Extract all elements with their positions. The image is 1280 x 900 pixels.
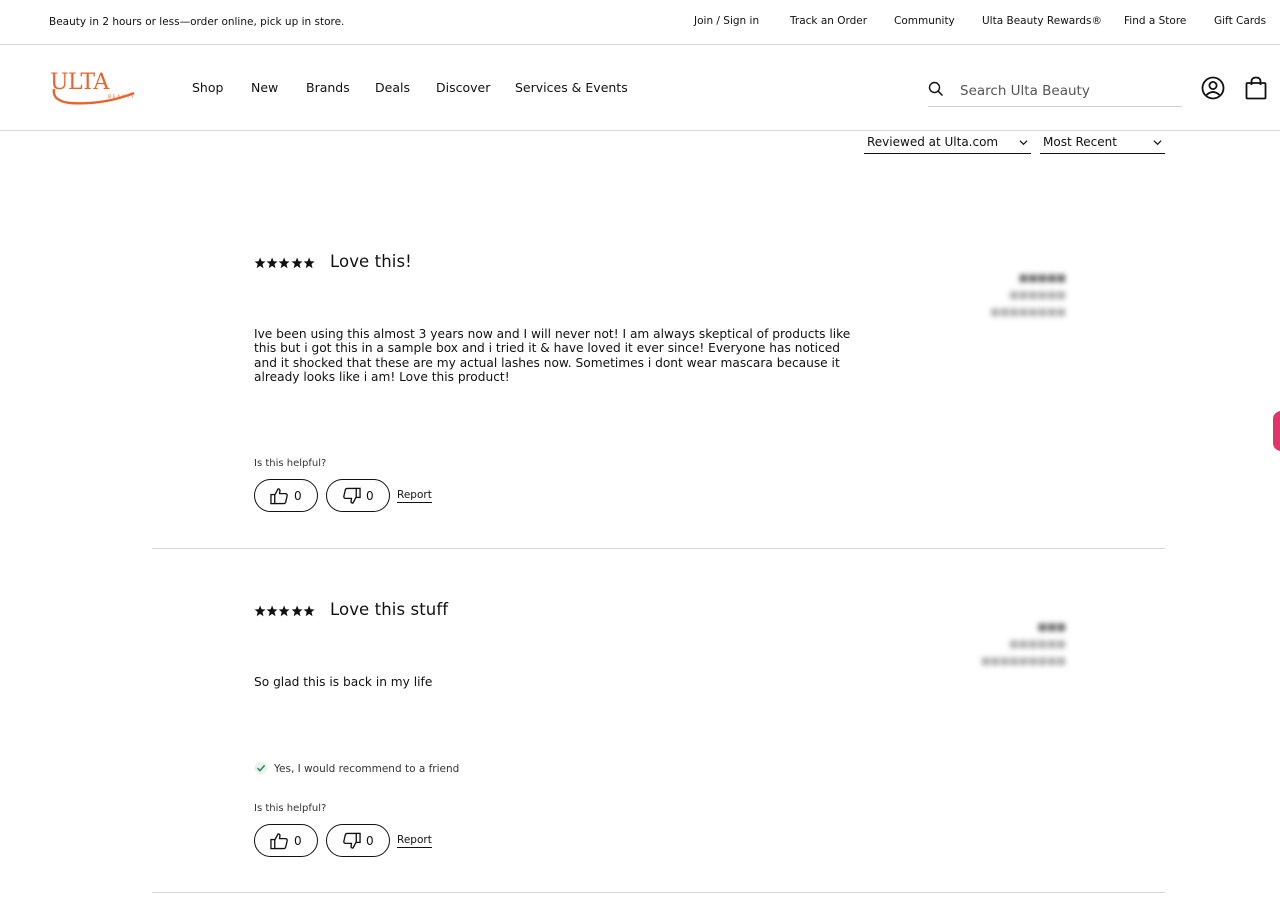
review-body: So glad this is back in my life [254,675,433,689]
promo-text: Beauty in 2 hours or less—order online, … [49,16,345,28]
star-icon [291,605,303,617]
review-source-value: Reviewed at Ulta.com [867,135,999,149]
nav-shop[interactable]: Shop [192,80,223,95]
helpful-no-button[interactable]: 0 [326,479,390,512]
nav-deals[interactable]: Deals [375,80,410,95]
account-icon[interactable] [1201,76,1225,100]
sort-value: Most Recent [1043,135,1117,149]
review-divider [152,548,1165,549]
helpful-no-count: 0 [366,834,374,848]
shopping-bag-icon[interactable] [1245,76,1267,100]
helpful-no-count: 0 [366,489,374,503]
helpful-label: Is this helpful? [254,458,327,469]
search-bar [928,79,1182,107]
sort-select[interactable]: Most Recent [1040,135,1165,154]
review-body: Ive been using this almost 3 years now a… [254,327,851,385]
svg-text:BEAUTY: BEAUTY [108,94,135,100]
reviewer-meta: ■■■■■ ■■■■■■ ■■■■■■■■ [990,273,1066,318]
helpful-yes-count: 0 [294,834,302,848]
star-icon [278,605,290,617]
utility-bar: Beauty in 2 hours or less—order online, … [0,0,1280,45]
helpful-yes-button[interactable]: 0 [254,824,318,857]
main-header: ULTA BEAUTY Shop New Brands Deals Discov… [0,45,1280,131]
reviewer-meta: ■■■ ■■■■■■ ■■■■■■■■■ [980,622,1066,667]
star-rating [254,605,316,617]
star-icon [254,605,266,617]
ulta-logo-icon: ULTA BEAUTY [50,70,135,105]
rewards-link[interactable]: Ulta Beauty Rewards® [982,15,1102,27]
chevron-down-icon [1153,140,1162,146]
find-store-link[interactable]: Find a Store [1124,15,1186,27]
search-icon[interactable] [928,81,944,97]
gift-cards-link[interactable]: Gift Cards [1214,15,1266,27]
helpful-no-button[interactable]: 0 [326,824,390,857]
review-title: Love this! [330,252,412,271]
star-icon [266,605,278,617]
star-icon [254,257,266,269]
report-link[interactable]: Report [397,489,432,503]
star-icon [303,257,315,269]
floating-feedback-tab[interactable] [1273,411,1280,451]
thumbs-up-icon [270,833,288,850]
star-rating [254,257,316,269]
thumbs-down-icon [343,487,361,504]
helpful-yes-count: 0 [294,489,302,503]
star-icon [303,605,315,617]
svg-text:ULTA: ULTA [50,70,110,95]
helpful-label: Is this helpful? [254,803,327,814]
nav-discover[interactable]: Discover [436,80,490,95]
ulta-logo[interactable]: ULTA BEAUTY [48,67,138,107]
star-icon [291,257,303,269]
star-icon [266,257,278,269]
community-link[interactable]: Community [894,15,955,27]
chevron-down-icon [1019,140,1028,146]
helpful-yes-button[interactable]: 0 [254,479,318,512]
join-sign-in-link[interactable]: Join / Sign in [694,15,759,27]
review-divider [152,892,1165,893]
search-input[interactable] [960,79,1175,103]
track-order-link[interactable]: Track an Order [790,15,867,27]
thumbs-down-icon [343,832,361,849]
recommend-note: Yes, I would recommend to a friend [254,761,459,775]
report-link[interactable]: Report [397,834,432,848]
checkmark-icon [254,761,268,775]
nav-services-events[interactable]: Services & Events [515,80,628,95]
recommend-text: Yes, I would recommend to a friend [274,763,460,775]
star-icon [278,257,290,269]
thumbs-up-icon [270,488,288,505]
nav-brands[interactable]: Brands [306,80,350,95]
nav-new[interactable]: New [251,80,278,95]
review-source-select[interactable]: Reviewed at Ulta.com [864,135,1031,154]
review-title: Love this stuff [330,600,449,619]
